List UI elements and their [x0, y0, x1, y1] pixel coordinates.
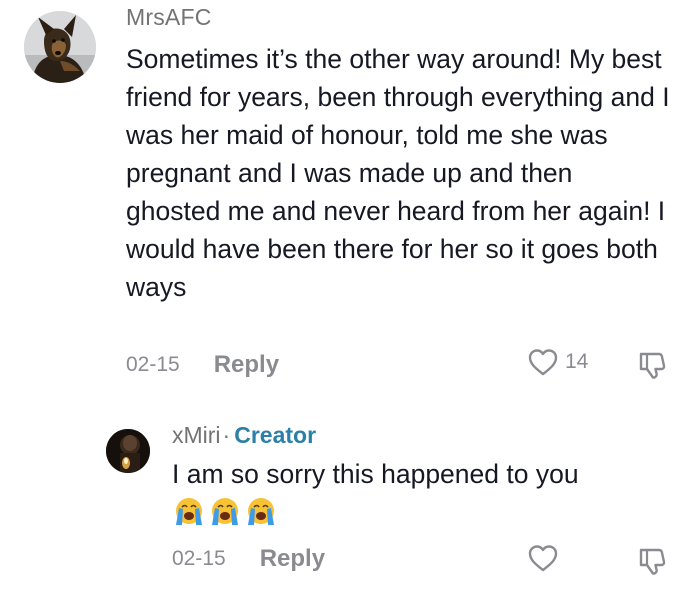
reply-date: 02-15	[172, 547, 226, 570]
comment-date: 02-15	[126, 353, 180, 376]
separator-dot: ·	[222, 422, 231, 448]
reply-like-button[interactable]	[527, 543, 559, 578]
dislike-button[interactable]	[637, 349, 669, 386]
thumbs-down-icon	[639, 352, 666, 379]
dog-avatar-icon	[24, 11, 96, 83]
reply-header: xMiri · Creator	[172, 422, 316, 449]
reply-button[interactable]: Reply	[214, 351, 279, 379]
creator-badge: Creator	[234, 422, 317, 448]
thumbs-down-icon	[639, 548, 666, 575]
comment-username[interactable]: MrsAFC	[126, 4, 212, 31]
heart-icon	[528, 349, 558, 376]
comment-text: Sometimes it’s the other way around! My …	[126, 44, 670, 302]
loudly-crying-face-icon	[176, 498, 202, 525]
loudly-crying-face-icon	[248, 498, 274, 525]
reply-username[interactable]: xMiri	[172, 422, 221, 449]
loudly-crying-face-icon	[212, 498, 238, 525]
candle-avatar-icon	[106, 429, 150, 473]
comment-meta: 02-15 Reply	[126, 349, 279, 381]
like-count: 14	[565, 350, 589, 373]
like-button[interactable]: 14	[527, 347, 588, 377]
avatar[interactable]	[24, 11, 96, 83]
heart-icon	[528, 545, 558, 572]
reply-dislike-button[interactable]	[637, 545, 669, 582]
reply-avatar[interactable]	[106, 429, 150, 473]
reply-text: I am so sorry this happened to you	[172, 459, 579, 489]
reply-reply-button[interactable]: Reply	[260, 545, 325, 573]
emoji-row	[172, 495, 278, 527]
reply-meta: 02-15 Reply	[172, 543, 325, 575]
